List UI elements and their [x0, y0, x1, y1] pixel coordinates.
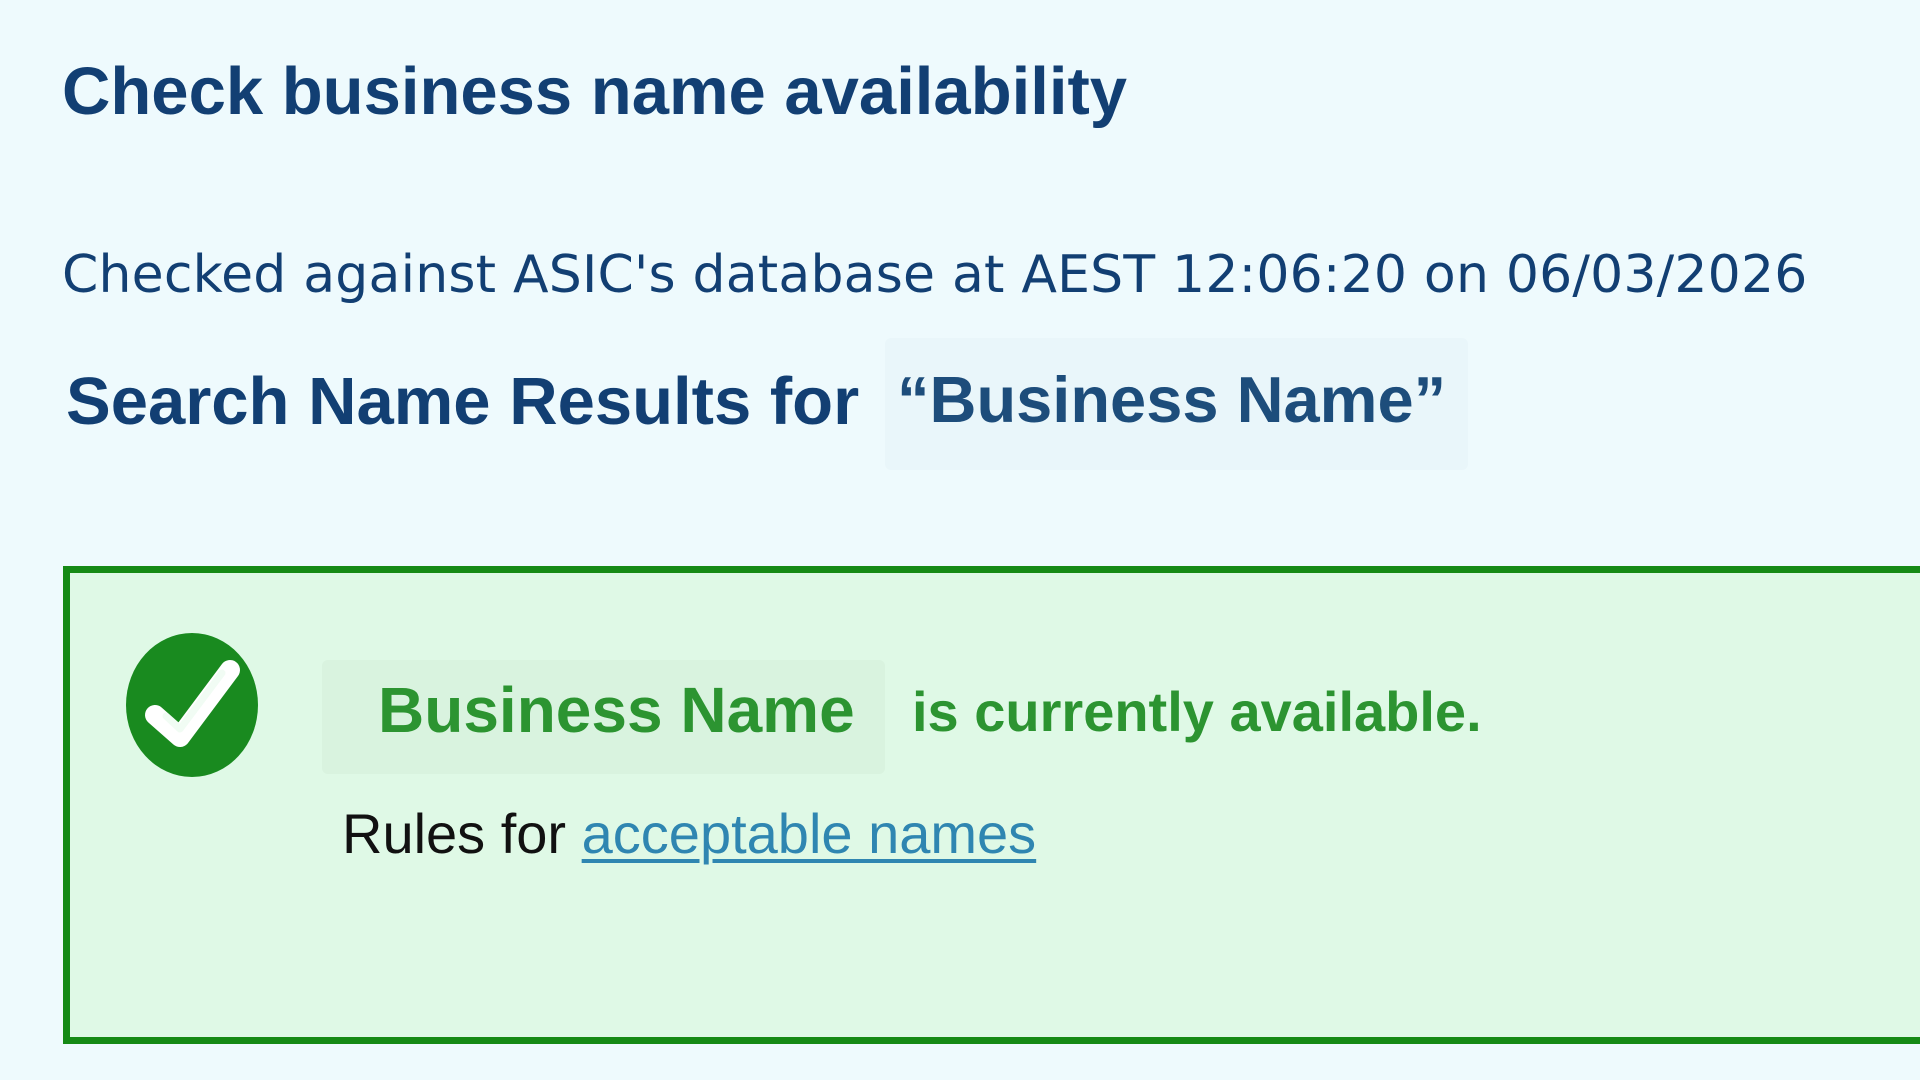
rules-prefix: Rules for: [342, 802, 567, 865]
acceptable-names-link[interactable]: acceptable names: [582, 802, 1037, 865]
search-query-text: “Business Name”: [897, 363, 1447, 436]
search-results-heading: Search Name Results for: [66, 364, 860, 439]
name-rules-line: Rules for acceptable names: [342, 798, 1036, 870]
availability-message: is currently available.: [912, 680, 1482, 743]
business-name-result: Business Name: [378, 674, 855, 746]
database-check-timestamp: Checked against ASIC's database at AEST …: [62, 245, 1808, 305]
page-title: Check business name availability: [62, 54, 1128, 129]
check-circle-icon: [126, 633, 258, 777]
business-name-check-page: Check business name availability Checked…: [0, 0, 1920, 1080]
